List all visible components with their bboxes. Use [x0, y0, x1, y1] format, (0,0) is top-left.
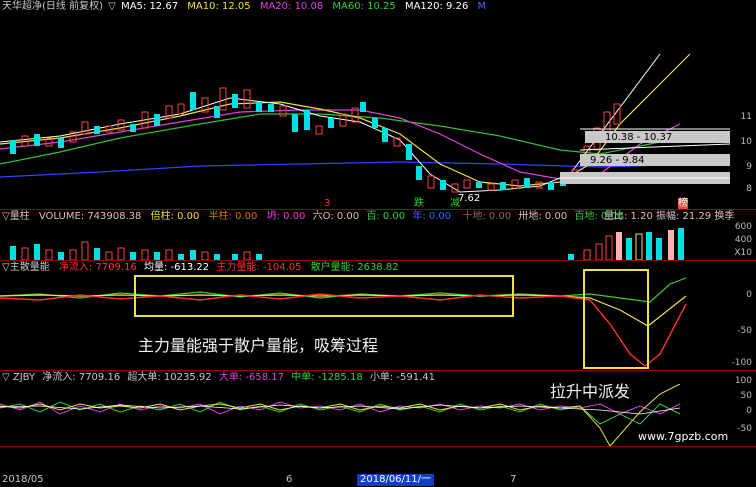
volume-bars [10, 228, 684, 260]
chart-header: 天华超净(日线 前复权) ▽ MA5: 12.67 MA10: 12.05 MA… [2, 1, 486, 13]
zjby-title[interactable]: ▽ ZJBY [2, 372, 35, 383]
ma20-label: MA20: 10.08 [259, 1, 324, 12]
price-chart[interactable] [0, 14, 730, 209]
panel-divider [0, 370, 756, 371]
ban-zhu-label: 半柱: 0.00 [208, 211, 258, 222]
sa-di-label: 卅地: 0.00 [518, 211, 568, 222]
volume-ratio: 量比: 1.20 振幅: 21.29 换季 [604, 211, 735, 222]
nian-label: 年: 0.00 [412, 211, 452, 222]
box2-label: 9.26 - 9.84 [590, 155, 645, 166]
accumulation-note: 主力量能强于散户量能，吸筹过程 [138, 336, 379, 355]
box3-label: 8.15 - 8.51 [566, 186, 621, 197]
panel-divider [0, 209, 756, 210]
zjby-axis-50: 50 [740, 391, 752, 401]
watermark: www.7gpzb.com [638, 430, 729, 443]
ma-more-label: M [477, 1, 487, 12]
stock-name[interactable]: 天华超净(日线 前复权) [2, 1, 103, 12]
candles [10, 87, 621, 193]
volume-value: VOLUME: 743908.38 [38, 211, 142, 222]
bai-label: 百: 0.00 [366, 211, 406, 222]
zjby-medium-line [0, 401, 681, 425]
volume-header: ▽量柱 VOLUME: 743908.38 倍柱: 0.00 半柱: 0.00 … [2, 211, 623, 223]
panel-divider [0, 446, 756, 447]
zjby-large: 大单: -658.17 [218, 372, 284, 383]
energy-title[interactable]: ▽主散量能 [2, 262, 50, 273]
main-force-label: 主力量能: -104.05 [216, 262, 302, 273]
date-left: 2018/05 [2, 474, 44, 485]
price-axis-9: 9 [746, 162, 752, 172]
price-axis-11: 11 [740, 112, 752, 122]
date-cursor[interactable]: 2018/06/11/一 [357, 474, 435, 486]
vol-axis-x10: X10 [734, 248, 752, 258]
zjby-super-large: 超大单: 10235.92 [127, 372, 212, 383]
energy-axis-neg100: -100 [731, 358, 752, 368]
retail-label: 散户量能: 2638.82 [310, 262, 399, 273]
volume-title[interactable]: ▽量柱 [2, 211, 30, 222]
price-axis-10: 10 [740, 137, 752, 147]
energy-header: ▽主散量能 净流入: 7709.16 均量: -613.22 主力量能: -10… [2, 262, 399, 274]
zjby-axis-100: 100 [734, 376, 752, 386]
month-mark-6: 6 [286, 474, 293, 485]
bei-zhu-label: 倍柱: 0.00 [150, 211, 200, 222]
energy-axis-neg50: -50 [737, 326, 752, 336]
vol-axis-400: 400 [734, 235, 752, 245]
vol-axis-600: 600 [734, 222, 752, 232]
price-axis-8: 8 [746, 184, 752, 194]
panel-divider [0, 260, 756, 261]
month-mark-7: 7 [510, 474, 517, 485]
distribution-box [583, 269, 649, 369]
zjby-header: ▽ ZJBY 净流入: 7709.16 超大单: 10235.92 大单: -6… [2, 372, 435, 384]
ma5-label: MA5: 12.67 [121, 1, 179, 12]
zjby-small: 小单: -591.41 [369, 372, 436, 383]
chevron-down-icon[interactable]: ▽ [108, 1, 116, 12]
box1-label: 10.38 - 10.37 [605, 132, 673, 143]
zjby-axis-neg50: -50 [737, 424, 752, 434]
zjby-net-inflow: 净流入: 7709.16 [42, 372, 121, 383]
accumulation-box [134, 275, 514, 317]
low-price-label: 7.62 [458, 193, 481, 204]
shi-di-label: 十地: 0.00 [462, 211, 512, 222]
ma60-label: MA60: 10.25 [332, 1, 396, 12]
zjby-super-line [0, 384, 681, 446]
ma10-label: MA10: 12.05 [187, 1, 251, 12]
liu-label: 六O: 0.00 [312, 211, 360, 222]
ma120-label: MA120: 9.26 [404, 1, 469, 12]
energy-axis-0: 0 [746, 290, 752, 300]
avg-volume-label: 均量: -613.22 [143, 262, 210, 273]
tan-label: 坍: 0.00 [266, 211, 306, 222]
net-inflow-label: 净流入: 7709.16 [58, 262, 137, 273]
zjby-axis-0: 0 [746, 406, 752, 416]
zjby-chart[interactable] [0, 384, 730, 446]
volume-chart[interactable] [0, 224, 730, 260]
zjby-medium: 中单: -1285.18 [291, 372, 363, 383]
